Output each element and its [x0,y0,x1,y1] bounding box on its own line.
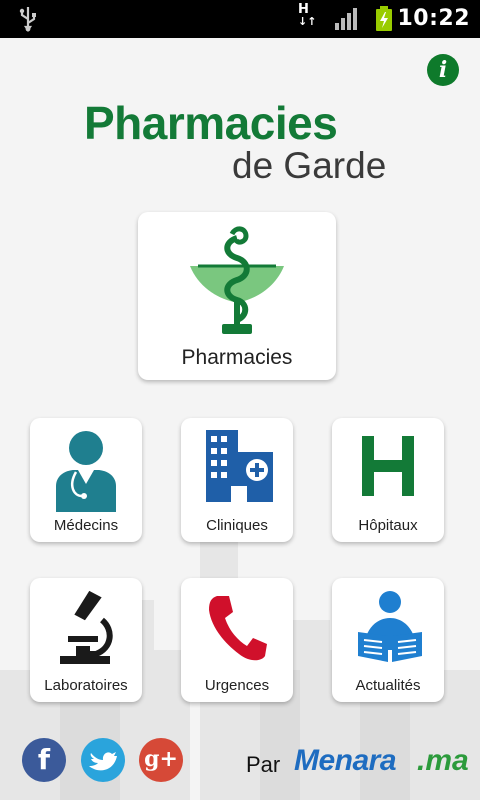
clock: 10:22 [397,6,470,31]
pharmacy-caduceus-icon [190,226,284,334]
menara-brand-logo[interactable]: Menara [294,744,397,778]
hospital-h-icon [362,436,414,496]
menara-brand-tld: .ma [417,744,469,777]
usb-icon [19,7,36,32]
clinic-building-icon [206,430,273,502]
tile-pharmacies[interactable]: Pharmacies [138,212,336,380]
app-title: Pharmacies [84,97,338,149]
battery-charging-icon [376,6,392,31]
tile-medecins[interactable]: Médecins [30,418,142,542]
twitter-bird-icon [89,752,117,771]
signal-icon [335,8,357,30]
tile-laboratoires[interactable]: Laboratoires [30,578,142,702]
tile-label: Médecins [53,517,119,534]
status-bar: H ↓↑ 10:22 [0,0,480,38]
tile-label: Urgences [204,677,270,694]
facebook-button[interactable]: f [22,738,66,782]
twitter-button[interactable] [81,738,125,782]
tile-urgences[interactable]: Urgences [181,578,293,702]
phone-icon [209,596,267,661]
doctor-icon [56,431,116,512]
tile-label: Laboratoires [44,677,128,694]
app-subtitle: de Garde [232,145,387,186]
tile-hopitaux[interactable]: Hôpitaux [332,418,444,542]
info-button[interactable]: i [427,54,459,86]
microscope-icon [60,590,113,664]
google-plus-button[interactable]: g+ [139,738,183,782]
tile-label: Actualités [355,677,421,694]
info-icon: i [438,57,448,83]
network-type-indicator: H ↓↑ [298,2,317,28]
tile-label: Hôpitaux [358,517,418,534]
tile-label: Pharmacies [181,346,293,369]
google-plus-icon: g+ [144,746,178,772]
by-label: Par [246,752,281,777]
tile-label: Cliniques [206,517,268,534]
reader-news-icon [358,591,422,662]
tile-cliniques[interactable]: Cliniques [181,418,293,542]
facebook-icon: f [37,743,51,776]
tile-actualites[interactable]: Actualités [332,578,444,702]
